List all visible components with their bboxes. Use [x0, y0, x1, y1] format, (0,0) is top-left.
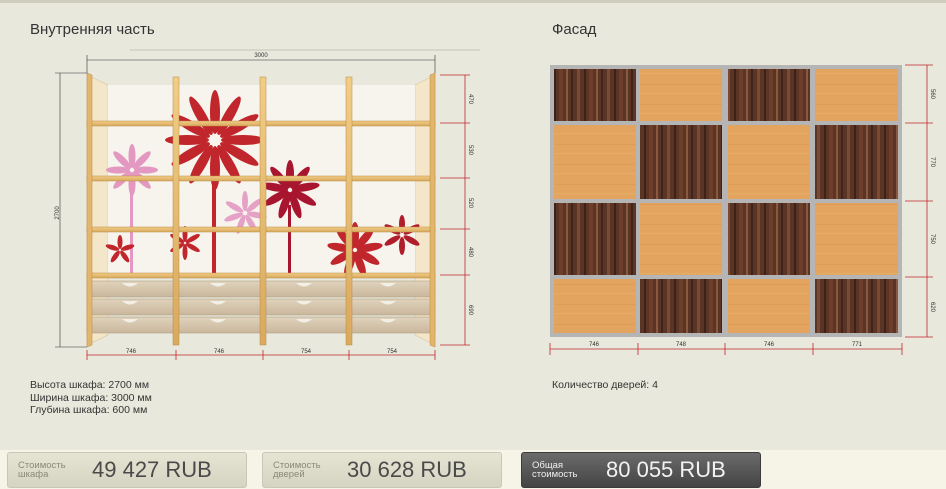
doors-cost: Стоимость дверей 30 628 RUB — [262, 452, 502, 488]
doors-cost-label: Стоимость дверей — [273, 460, 321, 480]
interior-drawing[interactable]: 3000 2700 470 530 520 480 690 746 746 75… — [50, 45, 480, 365]
interior-title: Внутренняя часть — [30, 21, 155, 38]
svg-text:560: 560 — [929, 89, 935, 100]
top-divider — [0, 0, 946, 3]
svg-text:750: 750 — [929, 234, 935, 245]
doors-count: Количество дверей: 4 — [552, 379, 658, 391]
section-dimensions: 746 746 754 754 — [86, 349, 436, 360]
svg-text:746: 746 — [214, 349, 225, 355]
facade-title: Фасад — [552, 21, 597, 38]
facade-width-dimensions: 746 748 746 771 — [549, 342, 903, 355]
cabinet-height: Высота шкафа: 2700 мм — [30, 379, 150, 391]
cabinet-cost-value: 49 427 RUB — [92, 457, 212, 482]
facade-drawing[interactable]: 560 770 750 620 746 748 746 771 — [545, 60, 940, 360]
total-cost-label: Общая стоимость — [532, 460, 578, 480]
total-cost-value: 80 055 RUB — [606, 457, 726, 482]
cabinet-width: Ширина шкафа: 3000 мм — [30, 391, 152, 404]
total-cost: Общая стоимость 80 055 RUB — [521, 452, 761, 488]
svg-text:754: 754 — [301, 349, 312, 355]
shelf-dimensions: 470 530 520 480 690 — [440, 74, 473, 346]
svg-text:771: 771 — [852, 342, 863, 348]
svg-text:3000: 3000 — [254, 53, 268, 59]
svg-text:470: 470 — [467, 94, 473, 105]
svg-text:530: 530 — [467, 145, 473, 156]
width-dimension: 3000 — [86, 53, 436, 73]
svg-text:620: 620 — [929, 302, 935, 313]
svg-text:520: 520 — [467, 198, 473, 209]
svg-text:770: 770 — [929, 157, 935, 168]
svg-text:754: 754 — [387, 349, 398, 355]
cabinet-depth: Глубина шкафа: 600 мм — [30, 404, 148, 416]
doors-cost-value: 30 628 RUB — [347, 457, 467, 482]
facade-height-dimensions: 560 770 750 620 — [905, 64, 935, 338]
svg-text:748: 748 — [676, 342, 687, 348]
svg-text:746: 746 — [126, 349, 137, 355]
cabinet-info: Высота шкафа: 2700 мм Ширина шкафа: 3000… — [30, 379, 152, 417]
svg-text:746: 746 — [589, 342, 600, 348]
cabinet-cost-label: Стоимость шкафа — [18, 460, 66, 480]
svg-text:480: 480 — [467, 247, 473, 258]
cabinet-cost: Стоимость шкафа 49 427 RUB — [7, 452, 247, 488]
svg-text:690: 690 — [467, 305, 473, 316]
height-dimension: 2700 — [55, 72, 87, 348]
svg-text:2700: 2700 — [55, 206, 61, 220]
svg-text:746: 746 — [764, 342, 775, 348]
